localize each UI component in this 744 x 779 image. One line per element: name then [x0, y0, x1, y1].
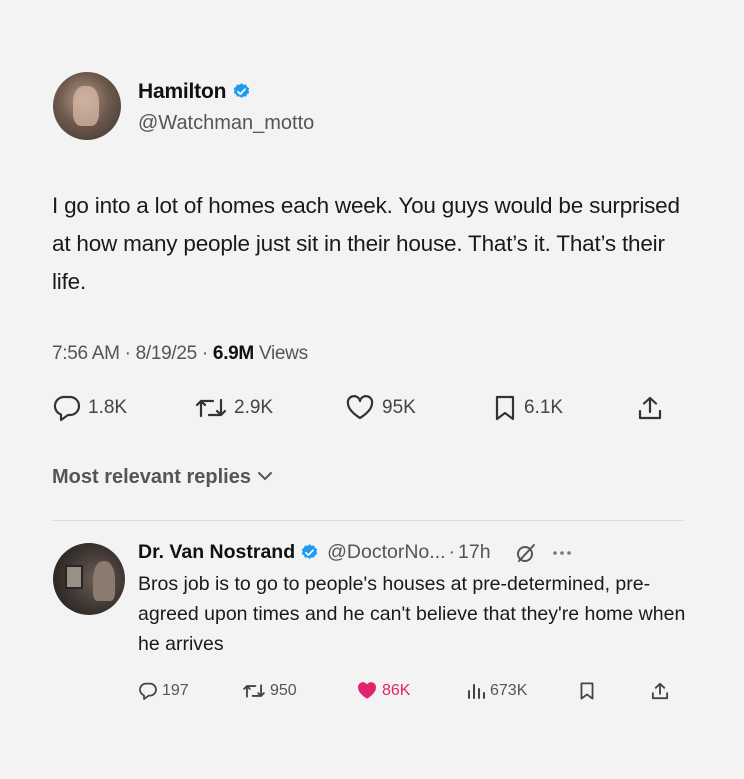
retweet-icon	[243, 684, 265, 698]
share-icon	[651, 682, 669, 700]
tweet-date[interactable]: 8/19/25	[136, 343, 198, 364]
views-icon	[468, 684, 485, 699]
reply-author-avatar[interactable]	[53, 543, 125, 615]
reply-like-count: 86K	[382, 682, 411, 699]
author-avatar[interactable]	[53, 72, 121, 140]
more-icon[interactable]	[551, 549, 573, 557]
share-button[interactable]	[636, 394, 670, 422]
reply-views-count: 673K	[490, 682, 528, 699]
like-count: 95K	[382, 397, 416, 418]
reply-icon	[139, 682, 157, 700]
reply-retweet-count: 950	[270, 682, 297, 699]
tweet-meta: 7:56 AM · 8/19/25 · 6.9M Views	[52, 343, 308, 365]
reply-actions: 197 950 86K 673K	[138, 681, 678, 705]
retweet-button[interactable]: 2.9K	[194, 394, 273, 422]
meta-separator: ·	[124, 343, 131, 364]
verified-badge-icon	[234, 83, 250, 98]
chevron-down-icon	[257, 472, 272, 481]
meta-separator: ·	[201, 343, 208, 364]
bookmark-button[interactable]: 6.1K	[492, 394, 563, 422]
reply-text: Bros job is to go to people's houses at …	[138, 573, 686, 655]
retweet-icon	[195, 398, 227, 418]
author-name[interactable]: Hamilton	[138, 80, 226, 103]
tweet-time[interactable]: 7:56 AM	[52, 343, 120, 364]
reply-like-button[interactable]: 86K	[356, 681, 410, 701]
views-count: 6.9M	[212, 343, 254, 364]
retweet-count: 2.9K	[234, 397, 274, 418]
reply-header: Dr. Van Nostrand @DoctorNo... · 17h	[138, 541, 573, 564]
tweet-text: I go into a lot of homes each week. You …	[52, 193, 680, 294]
reply-separator: ·	[448, 541, 456, 563]
bookmark-count: 6.1K	[524, 397, 564, 418]
replies-sort-dropdown[interactable]: Most relevant replies	[52, 466, 273, 489]
reply-views-button[interactable]: 673K	[466, 681, 527, 701]
verified-badge-icon	[301, 544, 318, 559]
author-handle[interactable]: @Watchman_motto	[138, 112, 314, 135]
reply-bookmark-button[interactable]	[578, 681, 600, 701]
reply-share-button[interactable]	[650, 681, 674, 701]
like-icon	[346, 395, 374, 420]
bookmark-icon	[495, 395, 515, 421]
divider	[52, 520, 684, 521]
grok-icon[interactable]	[515, 542, 537, 564]
reply-author-handle[interactable]: @DoctorNo...	[327, 541, 445, 564]
reply-button[interactable]: 1.8K	[52, 394, 127, 422]
reply-author-name[interactable]: Dr. Van Nostrand	[138, 541, 295, 564]
replies-sort-label: Most relevant replies	[52, 466, 251, 488]
bookmark-icon	[580, 682, 594, 700]
tweet-actions: 1.8K 2.9K 95K 6.1K	[52, 394, 672, 428]
reply-count: 1.8K	[88, 397, 128, 418]
reply-retweet-button[interactable]: 950	[242, 681, 297, 701]
reply-reply-count: 197	[162, 682, 189, 699]
like-button[interactable]: 95K	[344, 394, 416, 422]
views-label: Views	[258, 343, 308, 364]
reply-icon	[53, 395, 81, 422]
like-icon	[358, 682, 376, 699]
share-icon	[638, 396, 662, 420]
reply-time[interactable]: 17h	[458, 541, 491, 564]
reply-reply-button[interactable]: 197	[138, 681, 189, 701]
